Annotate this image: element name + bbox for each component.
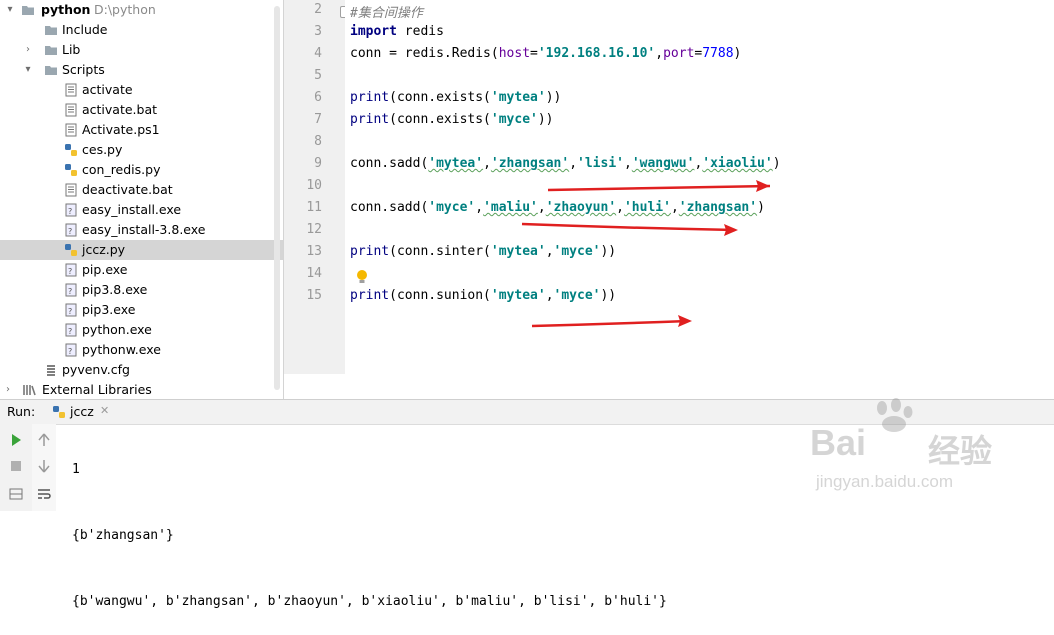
run-tab-name: jccz bbox=[70, 404, 94, 419]
paw-logo-icon bbox=[877, 398, 913, 432]
console-line: {b'zhangsan'} bbox=[72, 528, 174, 543]
baidu-watermark: Bai 经验 jingyan.baidu.com bbox=[808, 398, 1048, 508]
run-toolbar-secondary bbox=[32, 424, 56, 511]
stop-icon[interactable] bbox=[8, 458, 24, 474]
layout-icon[interactable] bbox=[8, 486, 24, 502]
run-toolbar bbox=[0, 424, 33, 511]
arrow-down-icon[interactable] bbox=[36, 458, 52, 474]
annotation-arrow bbox=[531, 315, 692, 328]
close-icon[interactable]: ✕ bbox=[100, 404, 109, 417]
annotation-arrow bbox=[521, 222, 738, 236]
watermark-url: jingyan.baidu.com bbox=[816, 472, 954, 491]
arrow-up-icon[interactable] bbox=[36, 432, 52, 448]
annotation-arrow bbox=[547, 180, 771, 192]
soft-wrap-icon[interactable] bbox=[36, 486, 52, 502]
watermark-brand: Bai bbox=[810, 422, 867, 463]
run-icon[interactable] bbox=[8, 432, 24, 448]
console-line: {b'wangwu', b'zhangsan', b'zhaoyun', b'x… bbox=[72, 594, 667, 609]
run-tab-jccz[interactable]: jccz ✕ bbox=[46, 400, 116, 424]
watermark-brand-cn: 经验 bbox=[928, 432, 993, 470]
annotation-arrows bbox=[521, 180, 771, 328]
python-file-icon bbox=[53, 406, 65, 418]
run-label: Run: bbox=[7, 404, 36, 419]
